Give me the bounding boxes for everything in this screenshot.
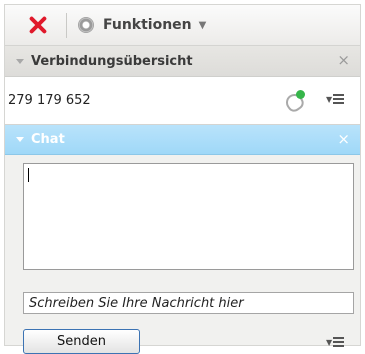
close-icon[interactable]: [27, 14, 49, 36]
chat-header[interactable]: Chat ×: [5, 125, 360, 155]
functions-label: Funktionen: [103, 17, 192, 33]
connection-overview-header[interactable]: Verbindungsübersicht ×: [5, 46, 360, 77]
remote-control-icon[interactable]: [282, 90, 307, 115]
toolbar-separator: [66, 13, 67, 38]
collapse-arrow-icon: [16, 137, 24, 142]
gear-icon: [78, 17, 94, 33]
send-button[interactable]: Senden: [23, 329, 140, 354]
connection-id: 279 179 652: [8, 93, 91, 108]
close-icon[interactable]: ×: [337, 130, 350, 148]
functions-menu-button[interactable]: Funktionen ▼: [78, 12, 206, 38]
collapse-arrow-icon: [16, 58, 24, 64]
dropdown-menu-icon[interactable]: ▼: [326, 92, 346, 106]
dropdown-menu-icon[interactable]: ▼: [326, 335, 346, 349]
chevron-down-icon: ▼: [198, 19, 207, 31]
connection-row: 279 179 652 ▼: [5, 77, 360, 125]
chat-title: Chat: [31, 132, 65, 147]
teamviewer-side-panel: Funktionen ▼ Verbindungsübersicht × 279 …: [4, 4, 361, 354]
chat-message-input[interactable]: [23, 292, 354, 314]
connection-overview-title: Verbindungsübersicht: [31, 53, 193, 69]
toolbar: Funktionen ▼: [5, 5, 360, 46]
text-caret: [28, 168, 29, 182]
close-icon[interactable]: ×: [337, 51, 350, 69]
chat-message-area[interactable]: [23, 163, 354, 270]
